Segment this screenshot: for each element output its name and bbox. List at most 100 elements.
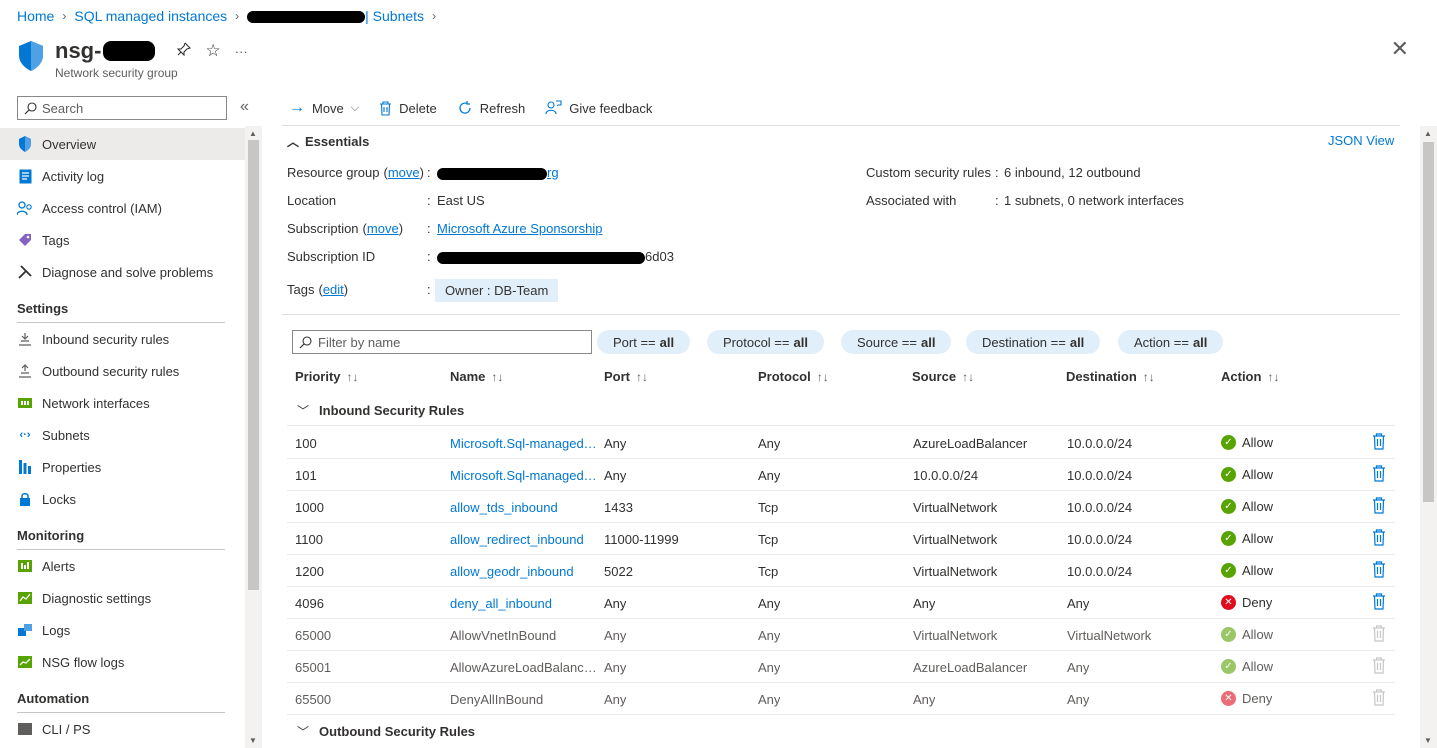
sidebar-item-cli-ps[interactable]: CLI / PS — [0, 713, 245, 745]
sidebar-item-label: Locks — [42, 491, 76, 507]
delete-rule-icon[interactable] — [1372, 561, 1386, 581]
table-row[interactable]: 65500 DenyAllInBound Any Any Any Any ✕ Deny — [287, 683, 1395, 715]
cell-name[interactable]: Microsoft.Sql-managed… — [450, 436, 600, 451]
resource-group-value[interactable]: rg — [437, 165, 559, 180]
delete-button[interactable]: Delete — [379, 101, 437, 116]
collapse-sidebar-icon[interactable]: « — [240, 98, 249, 116]
move-button[interactable]: → Move ⌵ — [289, 99, 359, 117]
group-outbound[interactable]: ﹀ Outbound Security Rules — [287, 716, 1395, 746]
filter-pill-destination[interactable]: Destination == all — [966, 330, 1101, 354]
sidebar-item-activity-log[interactable]: Activity log — [0, 160, 245, 192]
colon: : — [427, 221, 431, 236]
subscription-link[interactable]: Microsoft Azure Sponsorship — [437, 221, 602, 236]
cell-priority: 1100 — [295, 532, 323, 547]
delete-rule-icon[interactable] — [1372, 593, 1386, 613]
column-header-name[interactable]: Name ↑↓ — [450, 369, 503, 384]
action-label: Allow — [1242, 499, 1274, 514]
cell-name[interactable]: allow_tds_inbound — [450, 500, 600, 515]
delete-rule-icon[interactable] — [1372, 529, 1386, 549]
breadcrumb-sql-managed-instances[interactable]: SQL managed instances — [74, 8, 227, 24]
divider — [282, 125, 1400, 126]
subscription-move-link[interactable]: move — [367, 221, 399, 236]
sidebar-item-outbound-rules[interactable]: Outbound security rules — [0, 355, 245, 387]
cell-port: Any — [604, 468, 627, 483]
arrow-right-icon: → — [289, 99, 305, 116]
tag-chip[interactable]: Owner : DB-Team — [435, 279, 559, 302]
sidebar-scrollbar[interactable]: ▲ ▼ — [245, 126, 262, 748]
sidebar-item-subnets[interactable]: ‹·› Subnets — [0, 419, 245, 451]
sidebar-item-iam[interactable]: Access control (IAM) — [0, 192, 245, 224]
sidebar-item-diagnose[interactable]: Diagnose and solve problems — [0, 256, 245, 288]
scroll-down-icon[interactable]: ▼ — [249, 736, 257, 745]
scrollbar-thumb[interactable] — [248, 140, 259, 590]
table-row[interactable]: 65001 AllowAzureLoadBalanc… Any Any AzureLoa… — [287, 651, 1395, 683]
cell-name[interactable]: deny_all_inbound — [450, 596, 600, 611]
table-row[interactable]: 1100 allow_redirect_inbound 11000-11999 Tcp… — [287, 523, 1395, 555]
breadcrumb-home[interactable]: Home — [17, 8, 54, 24]
cell-name[interactable]: Microsoft.Sql-managed… — [450, 468, 600, 483]
table-row[interactable]: 1000 allow_tds_inbound 1433 Tcp VirtualNetwo… — [287, 491, 1395, 523]
chevron-down-icon: ﹀ — [297, 724, 310, 739]
star-icon[interactable]: ☆ — [205, 41, 220, 61]
main-scrollbar[interactable]: ▲ ▼ — [1420, 126, 1437, 748]
pin-icon[interactable] — [177, 42, 192, 61]
resource-group-move-link[interactable]: move — [388, 165, 420, 180]
close-icon[interactable]: ✕ — [1391, 38, 1409, 60]
tags-edit-link[interactable]: edit — [323, 282, 344, 297]
column-header-port[interactable]: Port ↑↓ — [604, 369, 648, 384]
delete-rule-icon[interactable] — [1372, 497, 1386, 517]
delete-rule-icon[interactable] — [1372, 465, 1386, 485]
filter-pill-action[interactable]: Action == all — [1118, 330, 1224, 354]
delete-label: Delete — [399, 100, 437, 116]
filter-by-name-input[interactable]: Filter by name — [292, 330, 592, 354]
cell-source: VirtualNetwork — [913, 532, 998, 547]
sidebar-item-overview[interactable]: Overview — [0, 128, 245, 160]
cell-priority: 101 — [295, 468, 317, 483]
column-header-protocol[interactable]: Protocol ↑↓ — [758, 369, 829, 384]
sidebar-item-logs[interactable]: Logs — [0, 614, 245, 646]
group-inbound[interactable]: ﹀ Inbound Security Rules — [287, 396, 1395, 426]
location-label: Location — [287, 193, 337, 208]
json-view-link[interactable]: JSON View — [1328, 133, 1394, 148]
sidebar-item-locks[interactable]: Locks — [0, 483, 245, 515]
column-header-source[interactable]: Source ↑↓ — [912, 369, 974, 384]
column-header-destination[interactable]: Destination ↑↓ — [1066, 369, 1155, 384]
essentials-toggle[interactable]: ︿ Essentials — [287, 133, 369, 150]
page-title: nsg- — [55, 38, 102, 63]
sidebar-item-network-interfaces[interactable]: Network interfaces — [0, 387, 245, 419]
cell-protocol: Any — [758, 692, 781, 707]
delete-rule-icon[interactable] — [1372, 433, 1386, 453]
cell-action: ✕ Deny — [1221, 595, 1272, 610]
table-row[interactable]: 4096 deny_all_inbound Any Any Any Any ✕ Deny — [287, 587, 1395, 619]
filter-pill-protocol[interactable]: Protocol == all — [707, 330, 824, 354]
resource-type: Network security group — [55, 66, 178, 80]
column-header-priority[interactable]: Priority ↑↓ — [295, 369, 359, 384]
sidebar-item-inbound-rules[interactable]: Inbound security rules — [0, 323, 245, 355]
resource-group-link[interactable]: rg — [547, 165, 559, 180]
filter-pill-source[interactable]: Source == all — [841, 330, 952, 354]
table-row[interactable]: 101 Microsoft.Sql-managed… Any Any 10.0.0.0/… — [287, 459, 1395, 491]
give-feedback-button[interactable]: Give feedback — [545, 100, 652, 116]
column-header-action[interactable]: Action ↑↓ — [1221, 369, 1279, 384]
filter-pill-port[interactable]: Port == all — [597, 330, 691, 354]
scrollbar-thumb[interactable] — [1423, 142, 1434, 502]
scroll-up-icon[interactable]: ▲ — [249, 129, 257, 138]
cell-name[interactable]: allow_redirect_inbound — [450, 532, 600, 547]
scroll-down-icon[interactable]: ▼ — [1424, 736, 1432, 745]
sidebar-search-input[interactable]: Search — [17, 96, 227, 120]
more-options-icon[interactable]: ··· — [235, 44, 248, 59]
scroll-up-icon[interactable]: ▲ — [1424, 129, 1432, 138]
sidebar-item-diagnostic-settings[interactable]: Diagnostic settings — [0, 582, 245, 614]
table-row[interactable]: 65000 AllowVnetInBound Any Any VirtualNetwor… — [287, 619, 1395, 651]
sidebar-item-nsg-flow-logs[interactable]: NSG flow logs — [0, 646, 245, 678]
sidebar-item-properties[interactable]: Properties — [0, 451, 245, 483]
table-row[interactable]: 100 Microsoft.Sql-managed… Any Any AzureLoad… — [287, 427, 1395, 459]
breadcrumb-subnets[interactable]: | Subnets — [365, 8, 424, 24]
refresh-button[interactable]: Refresh — [457, 100, 525, 116]
action-label: Deny — [1242, 595, 1273, 610]
table-row[interactable]: 1200 allow_geodr_inbound 5022 Tcp VirtualNet… — [287, 555, 1395, 587]
location-row: Location — [287, 193, 336, 208]
sidebar-item-tags[interactable]: Tags — [0, 224, 245, 256]
cell-name[interactable]: allow_geodr_inbound — [450, 564, 600, 579]
sidebar-item-alerts[interactable]: Alerts — [0, 550, 245, 582]
